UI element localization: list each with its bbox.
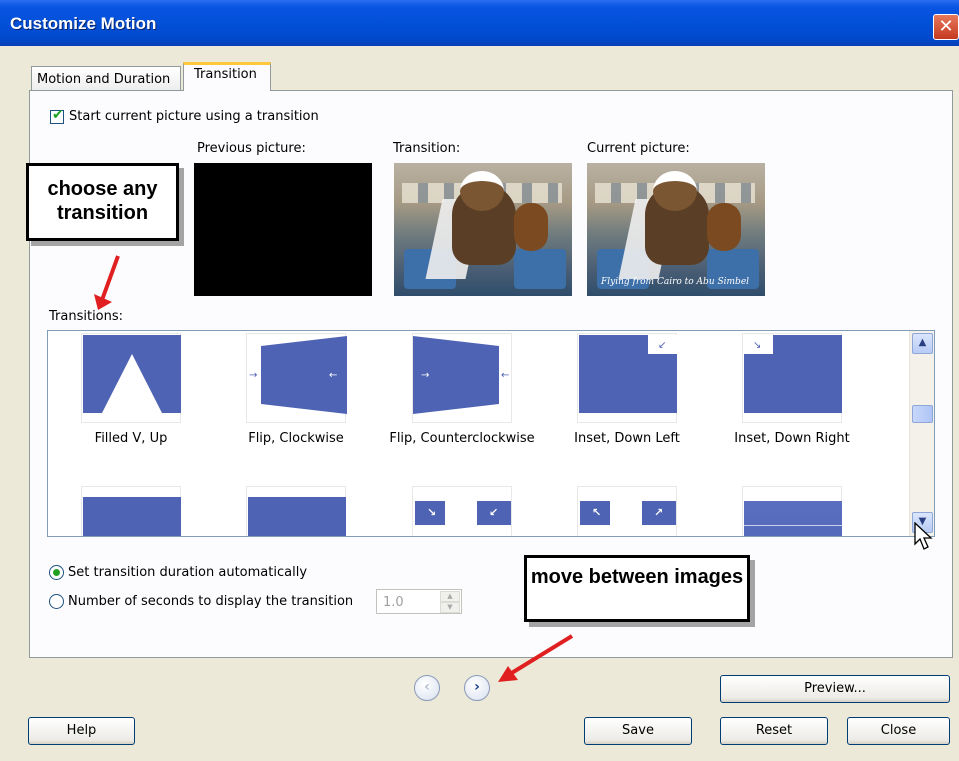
scroll-thumb[interactable] <box>912 405 933 423</box>
transitions-list[interactable]: ↑ → ← → ← ↙ ↘ Filled V, Up Flip, Clockwi… <box>47 330 935 537</box>
svg-text:→: → <box>249 370 257 381</box>
transition-preview-image <box>394 163 572 296</box>
transition-tile-row2-2[interactable] <box>246 486 346 536</box>
callout-move-between-images: move between images <box>524 555 750 622</box>
auto-duration-label: Set transition duration automatically <box>68 565 308 580</box>
seconds-stepper[interactable]: 1.0 ▲ ▼ <box>376 589 462 614</box>
svg-text:→: → <box>421 370 429 381</box>
transition-label-inset-down-right: Inset, Down Right <box>734 431 850 446</box>
inset-down-right-icon: ↘ <box>744 335 842 413</box>
scroll-up-icon[interactable]: ▲ <box>912 333 933 354</box>
seconds-value: 1.0 <box>383 595 404 610</box>
current-picture-image: Flying from Cairo to Abu Simbel <box>587 163 765 296</box>
title-bar: Customize Motion ✕ <box>0 0 959 46</box>
red-arrow-icon <box>498 634 574 682</box>
window-close-icon[interactable]: ✕ <box>933 14 959 40</box>
photo-caption: Flying from Cairo to Abu Simbel <box>601 277 750 287</box>
svg-text:←: ← <box>501 370 509 381</box>
arrow-down-left-icon: ↙ <box>489 506 499 519</box>
start-transition-checkbox[interactable]: ✔ <box>50 107 64 124</box>
start-transition-label: Start current picture using a transition <box>69 109 319 124</box>
customize-motion-dialog: Customize Motion ✕ Motion and Duration T… <box>0 0 959 761</box>
spin-down-icon[interactable]: ▼ <box>440 602 460 613</box>
transition-tile-row2-1[interactable] <box>81 486 181 536</box>
arrow-up-right-icon: ↗ <box>654 506 664 519</box>
spin-up-icon[interactable]: ▲ <box>440 591 460 602</box>
close-button[interactable]: Close <box>847 717 950 745</box>
svg-text:↘: ↘ <box>753 340 761 351</box>
transition-label-flip-clockwise: Flip, Clockwise <box>248 431 344 446</box>
current-picture-label: Current picture: <box>587 141 690 156</box>
tab-motion-and-duration[interactable]: Motion and Duration <box>31 66 181 92</box>
seconds-duration-label: Number of seconds to display the transit… <box>68 594 354 609</box>
svg-text:↑: ↑ <box>129 366 137 377</box>
transition-tile-inset-down-left[interactable]: ↙ <box>577 333 677 423</box>
next-image-button[interactable]: › <box>464 675 490 701</box>
arrow-up-left-icon: ↖ <box>592 506 602 519</box>
transition-label-flip-counterclockwise: Flip, Counterclockwise <box>389 431 535 446</box>
previous-image-button[interactable]: ‹ <box>414 675 440 701</box>
flip-clockwise-icon: → ← <box>249 336 347 414</box>
previous-picture-image <box>194 163 372 296</box>
transition-tile-flip-counterclockwise[interactable]: → ← <box>412 333 512 423</box>
check-icon: ✔ <box>52 107 64 123</box>
transition-preview-label: Transition: <box>393 141 461 156</box>
red-arrow-icon <box>94 255 120 310</box>
transition-tile-row2-4[interactable]: ↖ ↗ <box>577 486 677 536</box>
transition-tile-flip-clockwise[interactable]: → ← <box>246 333 347 423</box>
transition-tile-row2-5[interactable] <box>742 486 842 536</box>
svg-text:←: ← <box>329 370 337 381</box>
help-button[interactable]: Help <box>28 717 135 745</box>
transition-label-inset-down-left: Inset, Down Left <box>574 431 680 446</box>
transition-tile-row2-3[interactable]: ↘ ↙ <box>412 486 512 536</box>
transition-tile-inset-down-right[interactable]: ↘ <box>742 333 842 423</box>
filled-v-up-icon: ↑ <box>83 335 181 413</box>
auto-duration-radio[interactable] <box>49 565 64 580</box>
inset-down-left-icon: ↙ <box>579 335 677 413</box>
flip-counterclockwise-icon: → ← <box>413 336 509 414</box>
seconds-duration-radio[interactable] <box>49 594 64 609</box>
save-button[interactable]: Save <box>584 717 692 745</box>
transition-label-filled-v-up: Filled V, Up <box>94 431 168 446</box>
callout-choose-transition: choose any transition <box>26 163 179 241</box>
transitions-label: Transitions: <box>49 309 124 324</box>
preview-button[interactable]: Preview... <box>720 675 950 703</box>
svg-text:↙: ↙ <box>658 340 666 351</box>
transitions-scrollbar[interactable]: ▲ ▼ <box>909 331 934 536</box>
transition-tile-filled-v-up[interactable]: ↑ <box>81 333 181 423</box>
arrow-down-right-icon: ↘ <box>427 506 437 519</box>
mouse-cursor-icon <box>914 522 933 550</box>
tab-transition[interactable]: Transition <box>183 62 271 91</box>
window-title: Customize Motion <box>10 14 157 33</box>
previous-picture-label: Previous picture: <box>197 141 306 156</box>
reset-button[interactable]: Reset <box>720 717 828 745</box>
